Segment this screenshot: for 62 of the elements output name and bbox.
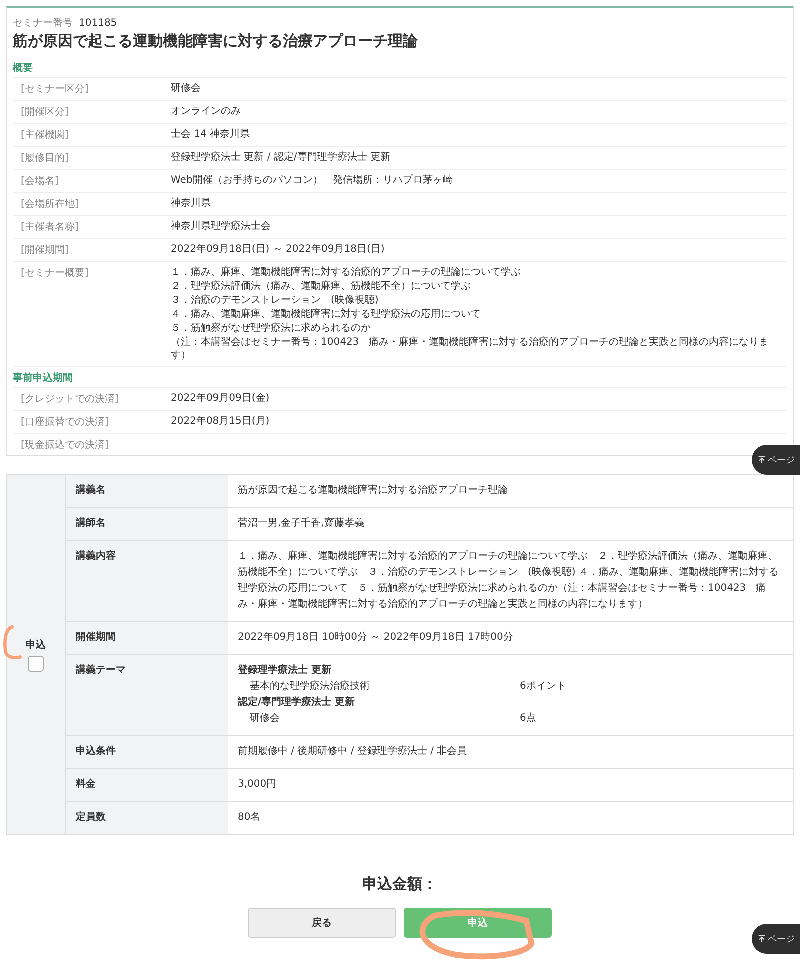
seminar-number-label: セミナー番号 [13,16,73,30]
theme-points: 6ポイント [520,680,566,694]
field-label: [主催者名称] [21,220,80,234]
theme-title: 登録理学療法士 更新 [238,663,332,678]
row-value: 2022年09月18日 10時00分 ～ 2022年09月18日 17時00分 [238,630,514,645]
field-label: [会場所在地] [21,198,80,211]
field-label: [履修目的] [21,152,70,165]
field-value: 2022年09月09日(金) [171,392,270,406]
page-top-button[interactable]: ページ [752,445,800,475]
field-value: Web開催（お手持ちのパソコン） 発信場所：リハプロ茅ヶ崎 [171,174,453,188]
row-value: １．痛み、麻痺、運動機能障害に対する治療的アプローチの理論について学ぶ ２．理学療法評価法（痛み、運動麻痺、筋機能不全）について学ぶ ３．治療のデモンストレーション (映像視聴) ４．痛み、運動麻痺、運動機能障害に対する理学療法の応用について ５．筋触察がなぜ理学療法に求められるのか（注：本講習会はセミナー番号：100423 痛み・麻痺・運動機能障害に対する治療的アプローチの理論と実践と同様の内容になります） [238,550,780,612]
field-label: [開催期間] [21,244,70,257]
field-value: 登録理学療法士 更新 / 認定/専門理学療法士 更新 [171,151,390,165]
theme-title: 認定/専門理学療法士 更新 [238,695,356,710]
section-heading: 事前申込期間 [13,367,787,388]
row-label: 申込条件 [76,746,116,757]
row-label: 講義内容 [76,551,116,562]
row-value: 筋が原因で起こる運動機能障害に対する治療アプローチ理論 [238,484,509,498]
row-label: 講師名 [76,518,106,529]
row-value: 80名 [238,811,262,825]
arrow-up-icon [758,934,766,942]
summary-line: （注：本講習会はセミナー番号：100423 痛み・麻痺・運動機能障害に対する治療的アプローチの理論と実践と同様の内容になります） [171,336,770,362]
row-label: 料金 [76,779,96,790]
field-value: 神奈川県 [171,197,211,211]
arrow-up-icon [758,456,766,464]
section-heading: 概要 [13,57,787,78]
field-label: [セミナー区分] [21,83,90,96]
summary-line: ２．理学療法評価法（痛み、運動麻痺、筋機能不全）について学ぶ [171,280,472,293]
apply-label: 申込 [26,638,46,652]
row-label: 講義名 [76,485,106,496]
field-value: 2022年08月15日(月) [171,415,270,429]
field-label: [主催機関] [21,128,70,142]
field-value: 研修会 [171,82,201,96]
row-value: 菅沼一男,金子千香,齋藤孝義 [238,516,366,531]
theme-item: 研修会 [250,712,281,726]
row-label: 講義テーマ [76,665,126,676]
field-label: [現金振込での決済] [21,438,110,452]
field-label: [クレジットでの決済] [21,392,120,406]
page-top-button[interactable]: ページ [752,924,800,954]
row-label: 定員数 [76,812,106,823]
theme-points: 6点 [520,712,536,726]
row-label: 開催期間 [76,632,116,643]
field-label: [口座振替での決済] [21,416,110,429]
field-value: 神奈川県理学療法士会 [171,220,271,234]
seminar-title: 筋が原因で起こる運動機能障害に対する治療アプローチ理論 [13,32,419,51]
summary-line: １．痛み、麻痺、運動機能障害に対する治療的アプローチの理論について学ぶ [171,266,522,279]
summary-line: ５．筋触察がなぜ理学療法に求められるのか [171,322,372,335]
row-value: 3,000円 [238,778,278,792]
field-label: [会場名] [21,175,60,188]
theme-item: 基本的な理学療法治療技術 [250,680,371,694]
back-button[interactable]: 戻る [248,908,396,938]
row-value: 前期履修中 / 後期研修中 / 登録理学療法士 / 非会員 [238,744,468,759]
field-label: [セミナー概要] [21,266,90,281]
field-label: [開催区分] [21,106,70,119]
field-value: 2022年09月18日(日) ～ 2022年09月18日(日) [171,243,385,257]
field-value: オンラインのみ [171,105,241,119]
apply-checkbox[interactable] [28,656,44,672]
summary-line: ３．治療のデモンストレーション (映像視聴) [171,294,380,307]
field-value: 士会 14 神奈川県 [171,128,250,142]
seminar-number: 101185 [79,18,118,29]
summary-line: ４．痛み、運動麻痺、運動機能障害に対する理学療法の応用について [171,308,482,321]
total-amount: 申込金額： [362,875,438,894]
